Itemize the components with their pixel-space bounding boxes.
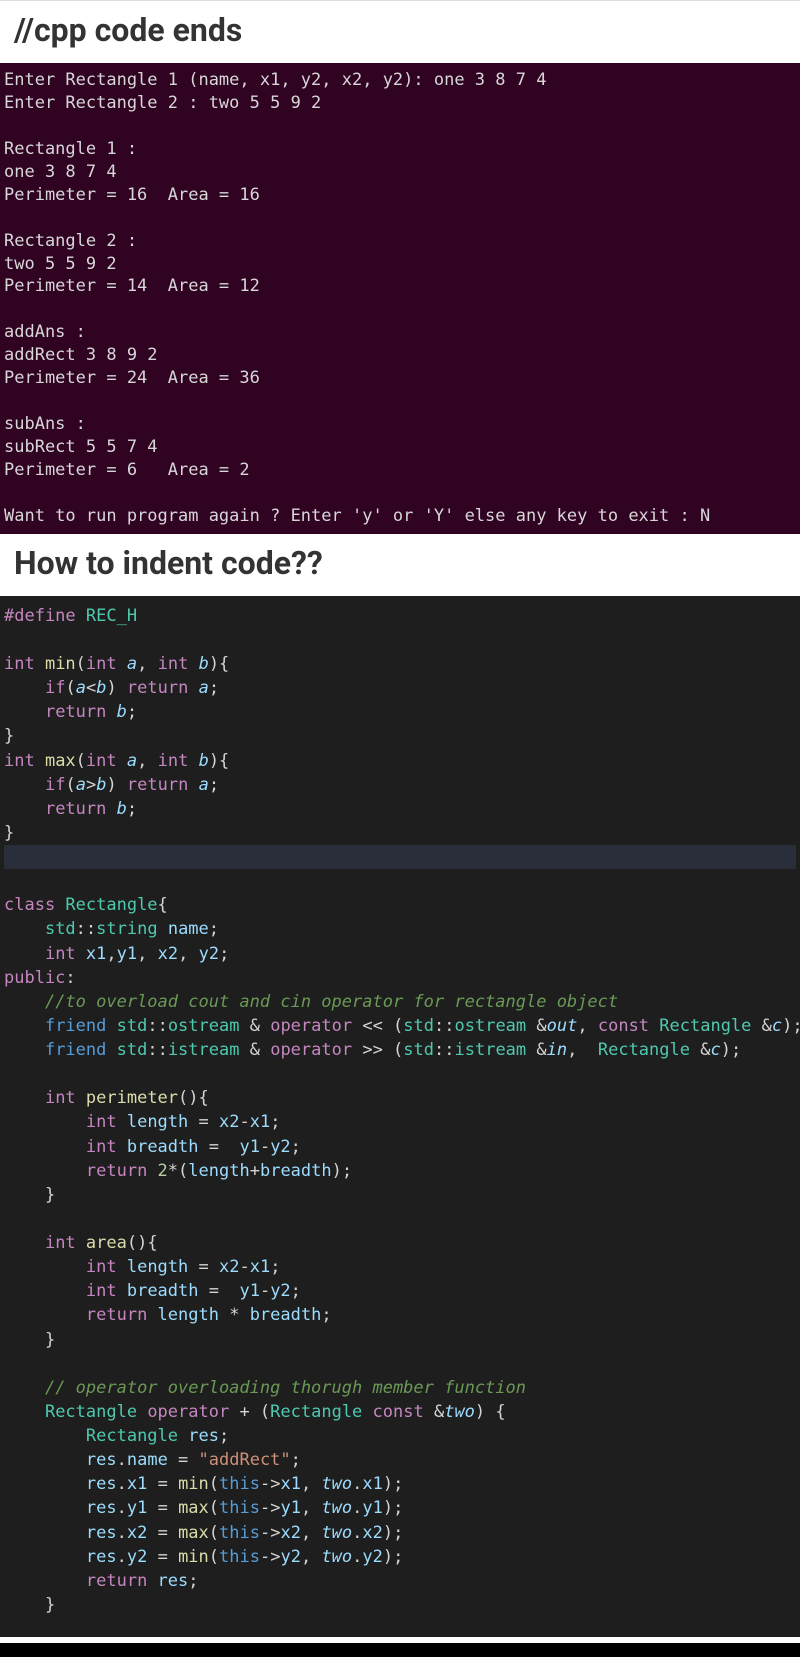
editor-bottom-bar (0, 1643, 800, 1657)
heading-indent-question: How to indent code?? (0, 534, 800, 596)
heading-cpp-ends: //cpp code ends (0, 1, 800, 63)
terminal-output: Enter Rectangle 1 (name, x1, y2, x2, y2)… (0, 63, 800, 534)
code-editor: #define REC_H int min(int a, int b){ if(… (0, 596, 800, 1637)
